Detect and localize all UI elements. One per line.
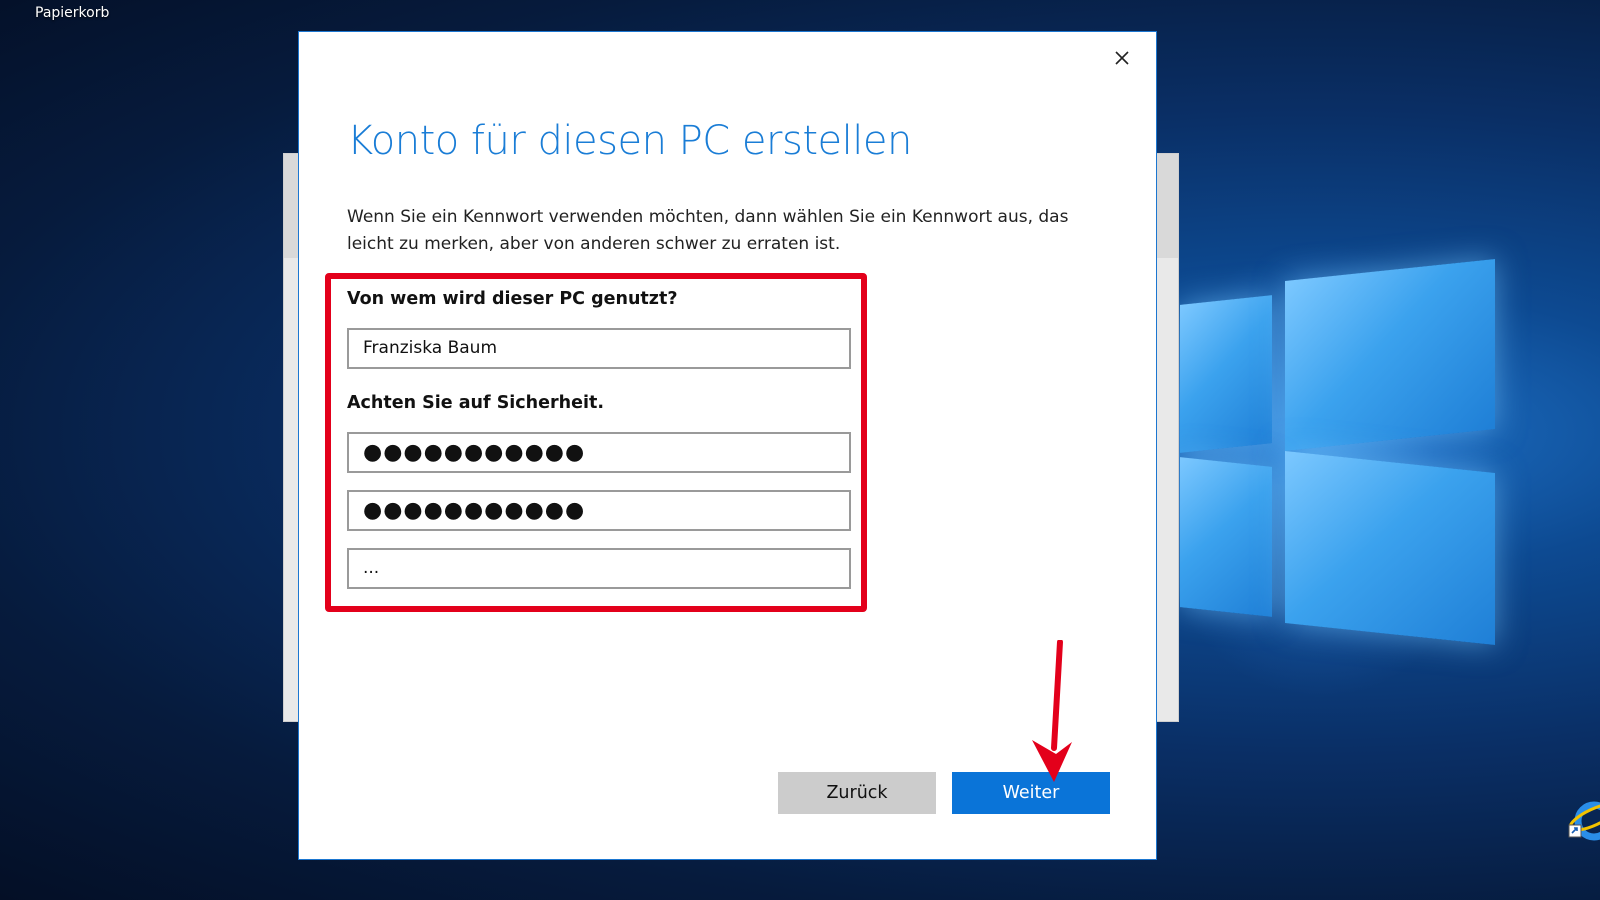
dialog-title: Konto für diesen PC erstellen — [347, 118, 912, 164]
windows-logo-pane — [1285, 258, 1495, 452]
security-heading: Achten Sie auf Sicherheit. — [347, 393, 604, 413]
dialog-description: Wenn Sie ein Kennwort verwenden möchten,… — [347, 207, 1069, 254]
close-button[interactable] — [1104, 40, 1140, 76]
password-input[interactable]: ●●●●●●●●●●● — [347, 432, 851, 473]
close-icon — [1115, 51, 1129, 65]
back-button[interactable]: Zurück — [778, 772, 936, 814]
password-hint-input[interactable]: ... — [347, 548, 851, 589]
windows-logo-pane — [1180, 295, 1272, 453]
red-arrow-annotation — [1032, 640, 1072, 782]
user-question-label: Von wem wird dieser PC genutzt? — [347, 289, 678, 309]
password-confirm-input[interactable]: ●●●●●●●●●●● — [347, 490, 851, 531]
windows-logo-pane — [1180, 457, 1272, 617]
username-input[interactable]: Franziska Baum — [347, 328, 851, 369]
windows-logo-pane — [1285, 450, 1495, 646]
recycle-bin-label[interactable]: Papierkorb — [35, 5, 109, 21]
internet-explorer-icon[interactable] — [1566, 795, 1600, 847]
